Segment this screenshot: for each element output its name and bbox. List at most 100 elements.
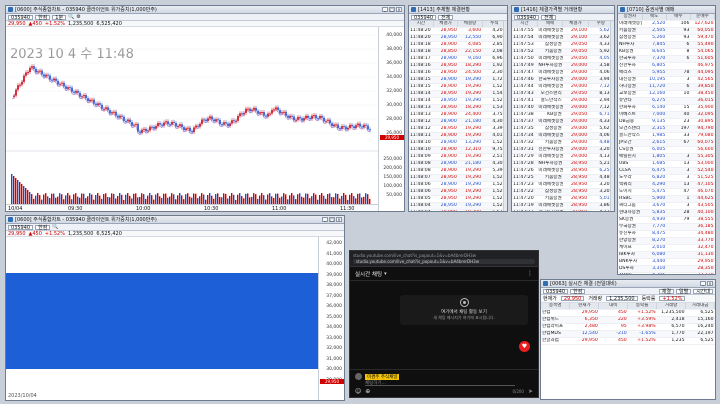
table-row[interactable]: NH투자 7,845 6 55,490 [618,41,715,49]
tick2-titlebar[interactable]: [1416] 체결가격별 거래현황 [512,6,614,14]
period-select[interactable]: 1분 [52,14,67,20]
table-row[interactable]: 교보증권 12,160 10 38,450 [618,90,715,98]
table-row[interactable]: 11:48:13 28,900 24,400 3,756 [409,111,507,119]
table-row[interactable]: 11:47:32 키움증권 29,000 4,480 [512,139,614,147]
minimize-icon[interactable]: _ [382,7,388,12]
table-row[interactable]: 한국투자 7,370 6 51,605 [618,55,715,63]
table-row[interactable]: 11:47:40 미래에셋증권 29,000 7,123 [512,104,614,112]
maximize-icon[interactable]: □ [329,217,335,222]
table-row[interactable]: 11:47:19 미래에셋증권 28,950 3,860 [512,202,614,210]
table-row[interactable]: 11:48:12 28,950 19,290 3,390 [409,125,507,133]
table-row[interactable]: 상상인4,395 27,120 [618,272,715,274]
table-row[interactable]: 11:47:17한국투자증권28,9504,120 [512,209,614,211]
lower-chart-titlebar[interactable]: [0600] 주식종합차트 - 035940 클라이언트 위가중치(1,000만… [6,216,344,224]
table-row[interactable]: 11:47:43 모건스탠리 29,050 8,131 [512,90,614,98]
table-row[interactable]: 11:48:18 28,900 4,085 2,857 [409,41,507,49]
table-row[interactable]: 맥쿼리 4,290 13 47,105 [618,181,715,189]
table-row[interactable]: 11:48:06 28,900 19,290 1,525 [409,181,507,189]
table-row[interactable]: 한컴위드 6,350 220 +3.59% 2,418 15,160 [541,316,715,324]
chat-message-input[interactable]: 채팅하기... [365,380,515,386]
table-row[interactable]: 11:48:14 28,950 19,290 1,525 [409,97,507,105]
tab-daily[interactable]: 일별 [675,288,692,294]
main-chart-titlebar[interactable]: [0600] 주식종합차트 - 035940 클라이언트 위가중치(1,000만… [6,6,404,14]
table-row[interactable]: 한컴라이프 2,480 95 +3.98% 6,570 16,240 [541,323,715,331]
table-row[interactable]: 11:47:44 미래에셋증권 29,000 7,120 [512,83,614,91]
table-row[interactable]: 11:47:34 미래에셋증권 29,000 4,060 [512,132,614,140]
table-row[interactable]: 11:47:50 미래에셋증권 29,050 4,055 [512,55,614,63]
maximize-icon[interactable]: □ [389,7,395,12]
table-row[interactable]: 11:47:46 한국투자증권 29,000 3,945 [512,76,614,84]
table-row[interactable]: 11:48:13 28,950 18,290 1,530 [409,104,507,112]
table-row[interactable]: 11:47:35 삼성증권 29,000 5,620 [512,125,614,133]
table-row[interactable]: JP모간 2,615 67 60,075 [618,139,715,147]
broker-titlebar[interactable]: [0710] 증권사별 매매 [618,6,715,14]
table-row[interactable]: 11:48:20 28,950 3,600 4,205 [409,27,507,35]
table-row[interactable]: 한화투자 6,140 15 35,900 [618,104,715,112]
stock-name-field[interactable]: 한컴 [570,288,586,294]
table-row[interactable]: UBS 1,685 13 53,000 [618,160,715,168]
chat-address-field[interactable]: studio.youtube.com/live_chat?is_popout=1… [353,259,535,264]
table-row[interactable]: 11:47:41 골드만삭스 29,000 2,940 [512,97,614,105]
table-row[interactable]: 골드만삭스 1,985 33 79,080 [618,132,715,140]
table-row[interactable]: SK증권 4,930 79 38,555 [618,216,715,224]
table-row[interactable]: 키움증권 2,505 93 60,050 [618,27,715,35]
table-row[interactable]: 11:48:08 28,900 19,290 5,390 [409,167,507,175]
table-row[interactable]: 11:47:38 KB증권 29,050 6,710 [512,111,614,119]
table-row[interactable]: 한컴MDS 12,540 -210 -1.65% 1,770 22,197 [541,330,715,338]
minimize-icon[interactable]: _ [700,281,706,286]
settings-icon[interactable]: ⚙ [76,14,80,20]
table-row[interactable]: 케이프 2,010 32,470 [618,244,715,252]
table-row[interactable]: 11:47:28 NH투자증권 28,950 5,210 [512,160,614,168]
table-row[interactable]: 현대차증권 5,835 28 40,100 [618,209,715,217]
table-row[interactable]: 대신증권 10,195 3 42,565 [618,76,715,84]
stock-code-input[interactable]: 035940 [514,14,540,20]
realtime-titlebar[interactable]: [0063] 실시간 체결 (전일대비) _ × [541,280,715,288]
chat-header-title[interactable]: 실시간 채팅 [355,270,382,278]
table-row[interactable]: 11:48:18 28,850 22,150 2,085 [409,48,507,56]
close-icon[interactable]: × [396,7,402,12]
table-row[interactable]: 이베스트 7,000 40 32,095 [618,111,715,119]
tick1-scrollbar[interactable] [503,21,507,211]
tab-ticks[interactable]: 체결 [658,288,674,294]
table-row[interactable]: 11:48:10 28,900 13,290 1,525 [409,139,507,147]
close-icon[interactable]: × [336,217,342,222]
table-row[interactable]: 부국증권 7,770 36,185 [618,223,715,231]
table-row[interactable]: 11:48:15 28,900 19,290 1,728 [409,76,507,84]
table-row[interactable]: 11:48:14 28,950 19,290 1,543 [409,90,507,98]
tick2-filter-select[interactable]: 전체 [541,14,557,20]
table-row[interactable]: 11:47:37 미래에셋증권 29,000 4,330 [512,118,614,126]
table-row[interactable]: 11:47:47 미래에셋증권 29,000 4,065 [512,69,614,77]
table-row[interactable]: 11:47:54 미래에셋증권 29,100 3,620 [512,34,614,42]
table-row[interactable]: 삼성증권 5,260 93 59,470 [618,34,715,42]
table-row[interactable]: 11:48:15 28,900 19,290 1,525 [409,83,507,91]
table-row[interactable]: 11:48:16 28,950 24,500 2,308 [409,69,507,77]
table-row[interactable]: 11:47:53 삼성증권 29,050 4,330 [512,41,614,49]
table-row[interactable]: 한글과컴 29,950 450 +1.52% 1,235 6,525 [541,337,715,345]
table-row[interactable]: 11:47:29 미래에셋증권 29,000 4,130 [512,153,614,161]
table-row[interactable]: 11:47:23 미래에셋증권 28,950 3,205 [512,181,614,189]
table-row[interactable]: 11:47:26 미래에셋증권 28,950 6,250 [512,167,614,175]
table-row[interactable]: 11:47:49 NH투자증권 29,000 3,580 [512,62,614,70]
table-row[interactable]: 11:48:07 28,950 19,290 1,525 [409,174,507,182]
table-row[interactable]: 11:48:10 28,900 12,310 9,753 [409,146,507,154]
table-row[interactable]: 11:48:12 28,900 21,180 4,300 [409,118,507,126]
table-row[interactable]: 11:48:11 28,900 19,290 4,016 [409,132,507,140]
table-row[interactable]: 11:48:16 28,950 18,290 1,924 [409,62,507,70]
table-row[interactable]: 11:47:31 신한투자증권 29,000 3,205 [512,146,614,154]
table-row[interactable]: 11:48:08 28,900 21,180 4,308 [409,160,507,168]
table-row[interactable]: CS증권 6,005 56,600 [618,146,715,154]
stock-code-input[interactable]: 035940 [411,14,437,20]
chevron-down-icon[interactable]: ▾ [384,271,387,277]
table-row[interactable]: 한컴 29,950 450 +1.52% 1,235,500 6,525 [541,309,715,317]
stock-code-input[interactable]: 035940 [543,288,569,294]
tab-timeband[interactable]: 시간대 [693,288,713,294]
tick2-scrollbar[interactable] [610,21,614,211]
stock-name-field[interactable]: 한컴 [35,14,51,20]
lower-chart-area[interactable]: 2023/10/04 42,000 41,000 40,000 39,000 38,00… [6,237,344,400]
table-row[interactable]: IBK투자 6,080 31,130 [618,251,715,259]
table-row[interactable]: 11:47:55 미래에셋증권 29,100 5,629 [512,27,614,35]
table-row[interactable]: 11:47:22 삼성증권 28,950 3,205 [512,188,614,196]
table-row[interactable]: 유안타 6,275 36,015 [618,97,715,105]
table-row[interactable]: 신한투자 6,805 46,975 [618,62,715,70]
stock-name-field[interactable]: 한컴 [35,224,51,230]
